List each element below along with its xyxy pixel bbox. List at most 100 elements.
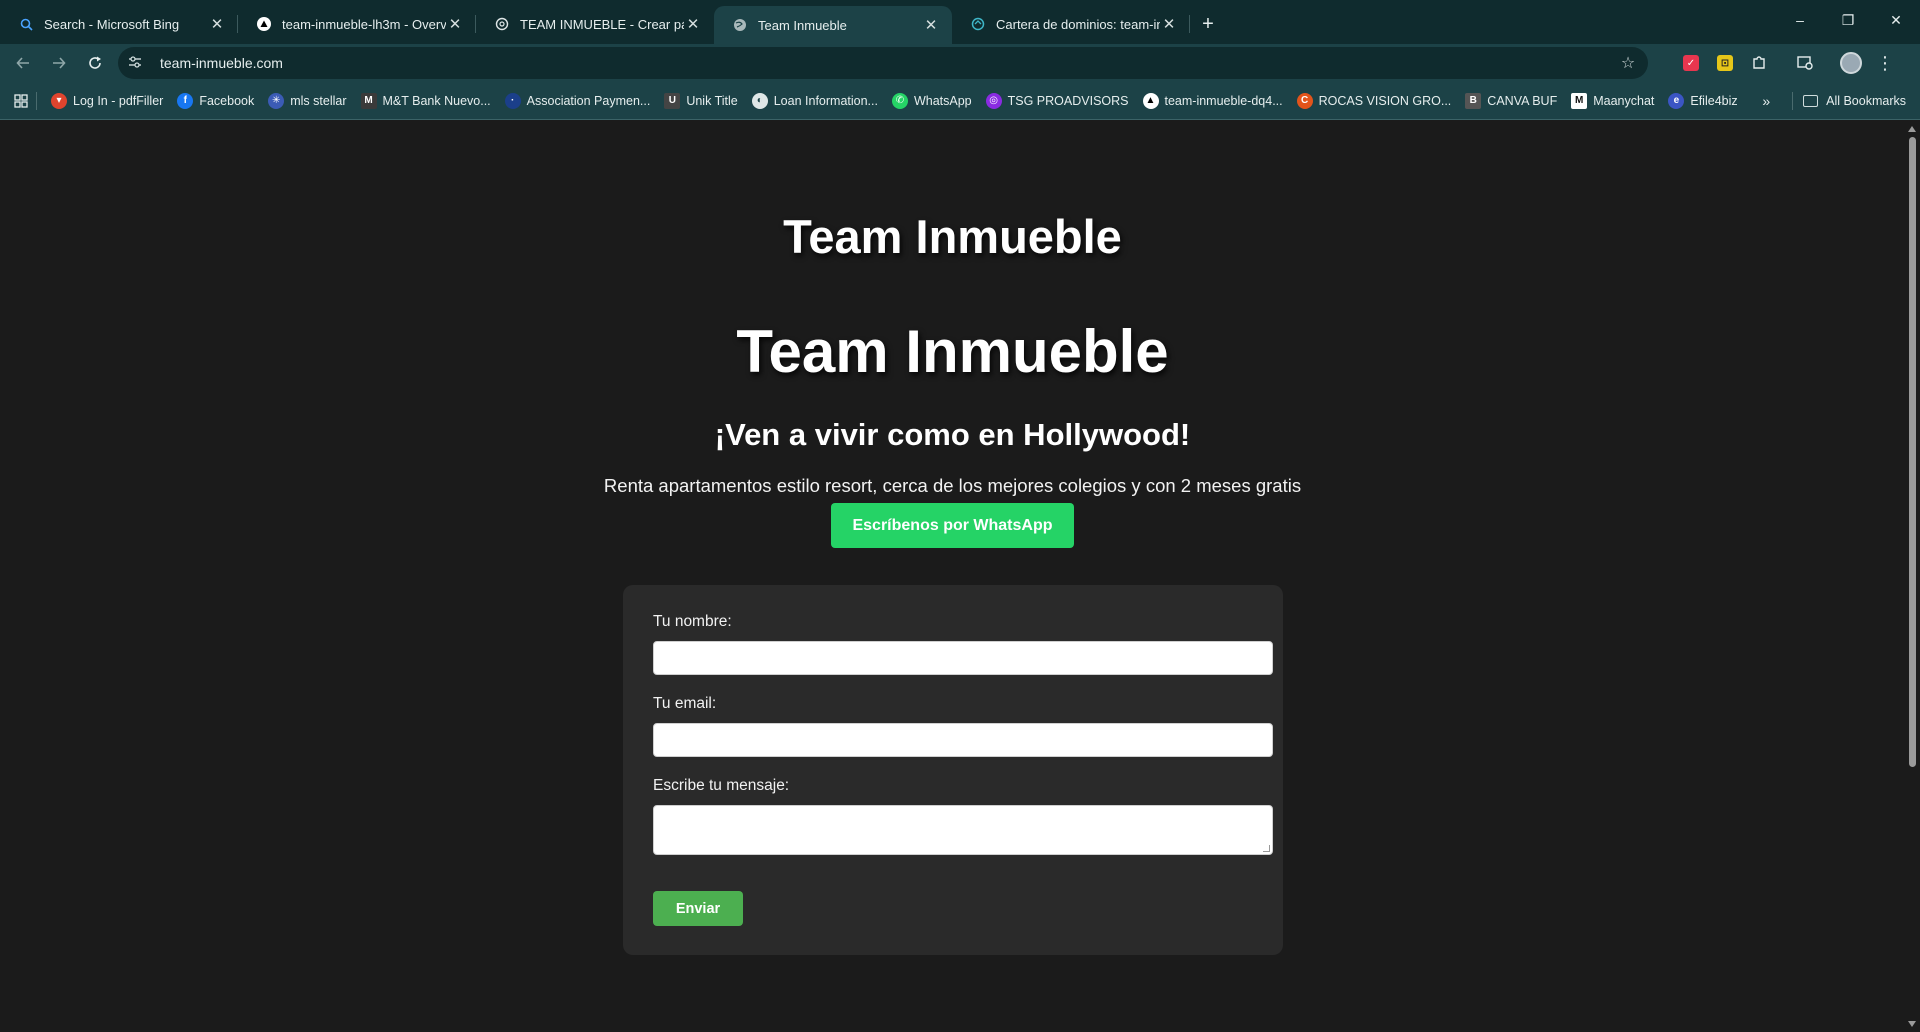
bookmark-label: Efile4biz (1690, 93, 1738, 108)
close-window-button[interactable]: ✕ (1872, 0, 1920, 40)
scroll-up-icon[interactable] (1908, 126, 1916, 132)
bookmark-label: Association Paymen... (526, 93, 651, 108)
bank-icon: M (360, 92, 377, 109)
bookmark-label: Log In - pdfFiller (73, 93, 164, 108)
bookmark-efile4biz[interactable]: e Efile4biz (1668, 92, 1738, 109)
site-header-title: Team Inmueble (783, 210, 1122, 263)
extensions-button[interactable] (1742, 46, 1776, 80)
chatgpt-icon (494, 16, 510, 32)
bookmark-label: mls stellar (290, 93, 347, 108)
rocas-icon: C (1296, 92, 1313, 109)
minimize-button[interactable]: – (1776, 0, 1824, 40)
whatsapp-button[interactable]: Escríbenos por WhatsApp (831, 503, 1074, 548)
email-label: Tu email: (653, 695, 717, 712)
bookmark-maanychat[interactable]: M Maanychat (1571, 92, 1654, 109)
url-text[interactable]: team-inmueble.com (160, 55, 1618, 71)
arrow-right-icon (53, 57, 66, 69)
submit-button[interactable]: Enviar (653, 891, 743, 926)
bookmark-star-icon[interactable]: ☆ (1618, 53, 1638, 73)
manychat-icon: M (1571, 92, 1588, 109)
bookmark-facebook[interactable]: f Facebook (177, 92, 255, 109)
bookmark-label: team-inmueble-dq4... (1164, 93, 1283, 108)
window-controls: – ❐ ✕ (1776, 0, 1920, 40)
message-textarea[interactable] (653, 805, 1273, 855)
message-label: Escribe tu mensaje: (653, 777, 790, 794)
puzzle-icon (1753, 56, 1765, 69)
hero-title: Team Inmueble (736, 318, 1169, 385)
restore-button[interactable]: ❐ (1824, 0, 1872, 40)
bookmark-label: TSG PROADVISORS (1007, 93, 1129, 108)
new-tab-button[interactable]: + (1190, 6, 1226, 42)
avatar (1840, 52, 1862, 74)
bookmark-label: CANVA BUF (1487, 93, 1558, 108)
tab-vercel[interactable]: team-inmueble-lh3m - Overview ✕ (238, 6, 476, 42)
tab-title: TEAM INMUEBLE - Crear página (520, 16, 684, 32)
close-icon[interactable]: ✕ (1160, 15, 1178, 33)
bookmark-label: Facebook (199, 93, 255, 108)
bookmarks-overflow-button[interactable]: » (1762, 93, 1770, 109)
close-icon[interactable]: ✕ (684, 15, 702, 33)
unik-icon: U (664, 92, 681, 109)
menu-button[interactable]: ⋮ (1868, 46, 1902, 80)
close-icon[interactable]: ✕ (922, 16, 940, 34)
bookmark-pdffiller[interactable]: ▾ Log In - pdfFiller (51, 92, 164, 109)
email-field[interactable] (653, 723, 1273, 757)
close-icon[interactable]: ✕ (208, 15, 226, 33)
tab-chatgpt[interactable]: TEAM INMUEBLE - Crear página ✕ (476, 6, 714, 42)
scrollbar-thumb[interactable] (1909, 137, 1916, 767)
page-scrollbar[interactable] (1905, 121, 1920, 1032)
bookmark-mls-stellar[interactable]: ✳ mls stellar (268, 92, 347, 109)
forward-button[interactable] (42, 46, 76, 80)
stellar-icon: ✳ (268, 92, 285, 109)
hero-description: Renta apartamentos estilo resort, cerca … (603, 475, 1302, 496)
bookmark-whatsapp[interactable]: ✆ WhatsApp (891, 92, 972, 109)
tab-domains[interactable]: Cartera de dominios: team-inmueble ✕ (952, 6, 1190, 42)
bookmark-team-inmueble-vercel[interactable]: ▲ team-inmueble-dq4... (1142, 92, 1283, 109)
bookmark-association[interactable]: · Association Paymen... (504, 92, 651, 109)
tab-search-icon (1796, 55, 1813, 70)
tab-separator (1189, 15, 1190, 33)
profile-button[interactable] (1834, 46, 1868, 80)
apps-grid-icon[interactable] (14, 93, 28, 108)
cast-search-button[interactable] (1788, 46, 1822, 80)
bookmark-canva[interactable]: B CANVA BUF (1465, 92, 1558, 109)
pdffiller-icon: ▾ (51, 92, 67, 109)
scroll-down-icon[interactable] (1908, 1021, 1916, 1027)
extension-yellow-button[interactable]: ⊡ (1708, 46, 1742, 80)
extension-pocket-button[interactable]: ✓ (1674, 46, 1708, 80)
address-bar[interactable]: team-inmueble.com ☆ (118, 47, 1648, 79)
site-info-icon[interactable] (128, 55, 148, 71)
close-icon[interactable]: ✕ (446, 15, 464, 33)
bookmark-loan-info[interactable]: ◐ Loan Information... (751, 92, 878, 109)
bookmark-unik-title[interactable]: U Unik Title (664, 92, 738, 109)
back-button[interactable] (6, 46, 40, 80)
bookmark-label: Unik Title (686, 93, 738, 108)
bookmark-tsg[interactable]: ◎ TSG PROADVISORS (985, 92, 1129, 109)
reload-icon (89, 56, 101, 69)
vercel-icon: ▲ (1142, 92, 1159, 109)
association-icon: · (504, 92, 521, 109)
whatsapp-icon: ✆ (891, 92, 908, 109)
all-bookmarks-button[interactable]: All Bookmarks (1803, 94, 1906, 108)
tab-team-inmueble[interactable]: Team Inmueble ✕ (714, 6, 952, 44)
bookmark-rocas[interactable]: C ROCAS VISION GRO... (1296, 92, 1452, 109)
tab-bing[interactable]: Search - Microsoft Bing ✕ (0, 6, 238, 42)
pocket-icon: ✓ (1683, 55, 1699, 71)
bookmarks-divider (36, 91, 37, 110)
tab-strip: Search - Microsoft Bing ✕ team-inmueble-… (0, 0, 1920, 44)
tsg-icon: ◎ (985, 92, 1002, 109)
bookmark-label: ROCAS VISION GRO... (1318, 93, 1452, 108)
reload-button[interactable] (78, 46, 112, 80)
tab-title: Team Inmueble (758, 17, 847, 33)
name-field[interactable] (653, 641, 1273, 675)
vercel-icon (256, 16, 272, 32)
bookmark-label: WhatsApp (913, 93, 972, 108)
bookmark-mt-bank[interactable]: M M&T Bank Nuevo... (360, 92, 491, 109)
more-vertical-icon: ⋮ (1876, 53, 1894, 73)
resize-handle-icon[interactable] (1263, 845, 1270, 852)
extension-icon: ⊡ (1717, 55, 1733, 71)
browser-toolbar: team-inmueble.com ☆ ✓ ⊡ ⋮ (0, 44, 1920, 82)
facebook-icon: f (177, 92, 194, 109)
hero-tagline: ¡Ven a vivir como en Hollywood! (714, 417, 1191, 452)
bookmark-label: Loan Information... (773, 93, 878, 108)
